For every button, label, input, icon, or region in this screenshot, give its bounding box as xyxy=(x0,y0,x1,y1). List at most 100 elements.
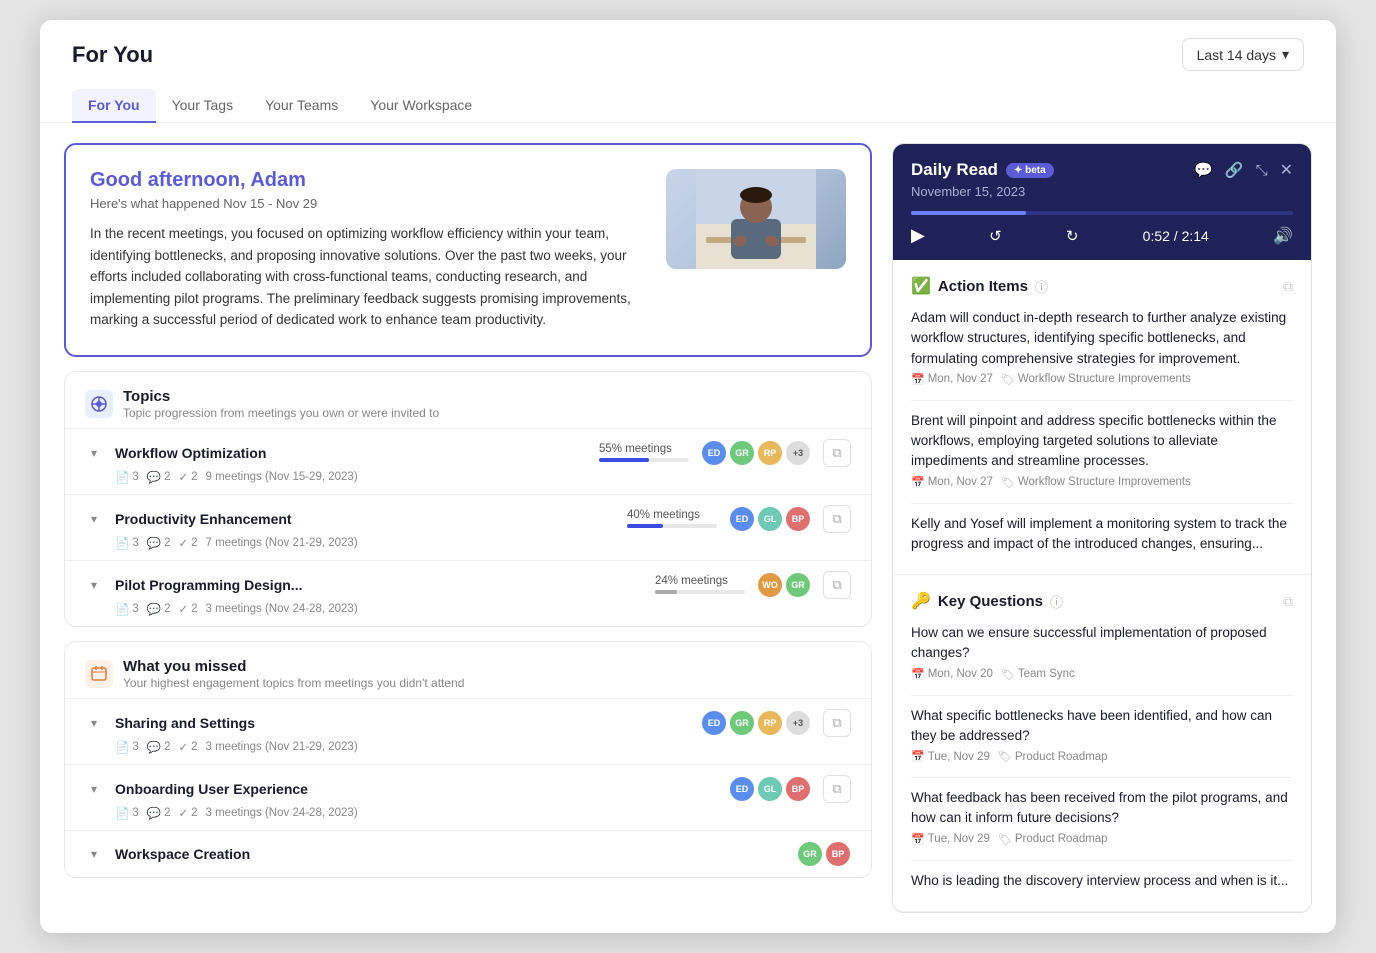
kq-tag-2: 🏷 Product Roadmap xyxy=(998,750,1108,763)
volume-icon[interactable]: 🔊 xyxy=(1273,226,1293,246)
missed-meta-2: 📄 3 💬 2 ✓ 2 3 meetings (Nov 24-28, 2023) xyxy=(115,806,851,820)
doc-count-1: 📄 3 xyxy=(115,470,139,484)
tag-icon-1: 🏷 xyxy=(1001,373,1015,386)
missed-doc-2: 📄 3 xyxy=(115,806,139,820)
comment-icon[interactable]: 💬 xyxy=(1194,161,1213,179)
topics-header: Topics Topic progression from meetings y… xyxy=(65,372,871,428)
tab-for-you[interactable]: For You xyxy=(72,89,156,123)
rewind-button[interactable]: ↺ xyxy=(989,227,1002,245)
missed-copy-1[interactable]: ⧉ xyxy=(823,709,851,737)
tab-your-tags[interactable]: Your Tags xyxy=(156,89,250,123)
progress-fill-3 xyxy=(655,590,677,594)
avatar-wo-3: WO xyxy=(757,572,783,598)
meetings-count-1: 9 meetings (Nov 15-29, 2023) xyxy=(206,471,358,483)
action-meta-2: 📅 Mon, Nov 27 🏷 Workflow Structure Impro… xyxy=(911,476,1293,489)
missed-section: What you missed Your highest engagement … xyxy=(64,641,872,878)
greeting-card: Good afternoon, Adam Here's what happene… xyxy=(64,143,872,357)
missed-name-3: Workspace Creation xyxy=(115,846,785,862)
action-items-section: ✅ Action Items ⓘ ⧉ Adam will conduct in-… xyxy=(893,260,1311,575)
daily-read-panel: Daily Read ✦ beta 💬 🔗 ⤡ ✕ November 15, 2… xyxy=(892,143,1312,913)
topic-name-2: Productivity Enhancement xyxy=(115,511,615,527)
action-items-title: Action Items xyxy=(938,278,1028,295)
chevron-down-icon: ▾ xyxy=(1282,46,1289,63)
greeting-image xyxy=(666,169,846,269)
progress-label-2: 40% meetings xyxy=(627,509,717,521)
missed-chevron-3[interactable]: ▾ xyxy=(85,845,103,863)
action-item-3: Kelly and Yosef will implement a monitor… xyxy=(911,514,1293,555)
app-window: For You Last 14 days ▾ For You Your Tags… xyxy=(40,20,1336,933)
action-items-info-icon[interactable]: ⓘ xyxy=(1035,277,1048,296)
kq-meta-3: 📅 Tue, Nov 29 🏷 Product Roadmap xyxy=(911,833,1293,846)
missed-chevron-2[interactable]: ▾ xyxy=(85,780,103,798)
missed-item-1: ▾ Sharing and Settings ED GR RP +3 ⧉ 📄 3… xyxy=(65,698,871,764)
copy-button-2[interactable]: ⧉ xyxy=(823,505,851,533)
action-count-2: ✓ 2 xyxy=(178,536,197,550)
avatar-ed-2: ED xyxy=(729,506,755,532)
key-questions-icon: 🔑 xyxy=(911,591,931,611)
date-filter-dropdown[interactable]: Last 14 days ▾ xyxy=(1182,38,1304,71)
kq-date-1: 📅 Mon, Nov 20 xyxy=(911,668,993,681)
key-questions-title: Key Questions xyxy=(938,593,1043,610)
forward-button[interactable]: ↻ xyxy=(1066,227,1079,245)
daily-read-title: Daily Read xyxy=(911,160,998,180)
key-questions-copy[interactable]: ⧉ xyxy=(1283,593,1293,610)
nav-tabs: For You Your Tags Your Teams Your Worksp… xyxy=(40,79,1336,123)
greeting-title: Good afternoon, Adam xyxy=(90,169,650,192)
missed-meta-1: 📄 3 💬 2 ✓ 2 3 meetings (Nov 21-29, 2023) xyxy=(115,740,851,754)
missed-av-gr-1: GR xyxy=(729,710,755,736)
kq-date-2: 📅 Tue, Nov 29 xyxy=(911,750,990,763)
avatar-ed-1: ED xyxy=(701,440,727,466)
daily-read-icons: 💬 🔗 ⤡ ✕ xyxy=(1194,160,1293,180)
topic-row-1: ▾ Workflow Optimization 55% meetings ED … xyxy=(85,439,851,467)
missed-row-2: ▾ Onboarding User Experience ED GL BP ⧉ xyxy=(85,775,851,803)
chevron-icon-1[interactable]: ▾ xyxy=(85,444,103,462)
avatar-plus-1: +3 xyxy=(785,440,811,466)
action-divider-1 xyxy=(911,400,1293,401)
avatar-gl-2: GL xyxy=(757,506,783,532)
audio-progress-container xyxy=(911,211,1293,215)
action-items-icon: ✅ xyxy=(911,276,931,296)
chevron-icon-2[interactable]: ▾ xyxy=(85,510,103,528)
topic-row-3: ▾ Pilot Programming Design... 24% meetin… xyxy=(85,571,851,599)
action-item-2: Brent will pinpoint and address specific… xyxy=(911,411,1293,489)
action-items-copy[interactable]: ⧉ xyxy=(1283,278,1293,295)
expand-icon[interactable]: ⤡ xyxy=(1256,162,1268,179)
missed-header: What you missed Your highest engagement … xyxy=(65,642,871,698)
topic-row-2: ▾ Productivity Enhancement 40% meetings … xyxy=(85,505,851,533)
missed-av-gr-3: GR xyxy=(797,841,823,867)
kq-tag-icon-3: 🏷 xyxy=(998,833,1012,846)
link-icon[interactable]: 🔗 xyxy=(1225,161,1244,179)
missed-av-gl-2: GL xyxy=(757,776,783,802)
meetings-count-3: 3 meetings (Nov 24-28, 2023) xyxy=(206,603,358,615)
kq-tag-icon-1: 🏷 xyxy=(1001,668,1015,681)
key-question-1: How can we ensure successful implementat… xyxy=(911,623,1293,681)
missed-chevron-1[interactable]: ▾ xyxy=(85,714,103,732)
meetings-count-2: 7 meetings (Nov 21-29, 2023) xyxy=(206,537,358,549)
close-icon[interactable]: ✕ xyxy=(1280,160,1293,180)
missed-av-plus-1: +3 xyxy=(785,710,811,736)
tab-your-teams[interactable]: Your Teams xyxy=(249,89,354,123)
left-panel: Good afternoon, Adam Here's what happene… xyxy=(64,143,872,913)
copy-button-1[interactable]: ⧉ xyxy=(823,439,851,467)
topic-name-3: Pilot Programming Design... xyxy=(115,577,643,593)
topics-subtitle: Topic progression from meetings you own … xyxy=(123,406,439,420)
chevron-icon-3[interactable]: ▾ xyxy=(85,576,103,594)
play-button[interactable]: ▶ xyxy=(911,225,925,246)
missed-item-2: ▾ Onboarding User Experience ED GL BP ⧉ … xyxy=(65,764,871,830)
missed-copy-2[interactable]: ⧉ xyxy=(823,775,851,803)
action-item-1: Adam will conduct in-depth research to f… xyxy=(911,308,1293,386)
missed-doc-1: 📄 3 xyxy=(115,740,139,754)
tab-your-workspace[interactable]: Your Workspace xyxy=(354,89,488,123)
greeting-subtitle: Here's what happened Nov 15 - Nov 29 xyxy=(90,196,650,211)
copy-button-3[interactable]: ⧉ xyxy=(823,571,851,599)
avatar-group-1: ED GR RP +3 xyxy=(701,440,811,466)
missed-name-1: Sharing and Settings xyxy=(115,715,689,731)
progress-wrap-2: 40% meetings xyxy=(627,509,717,528)
missed-item-3: ▾ Workspace Creation GR BP xyxy=(65,830,871,877)
kq-calendar-2: 📅 xyxy=(911,750,925,763)
missed-meetings-1: 3 meetings (Nov 21-29, 2023) xyxy=(206,741,358,753)
kq-tag-1: 🏷 Team Sync xyxy=(1001,668,1075,681)
doc-count-3: 📄 3 xyxy=(115,602,139,616)
missed-title-block: What you missed Your highest engagement … xyxy=(123,658,464,690)
key-questions-info-icon[interactable]: ⓘ xyxy=(1050,592,1063,611)
